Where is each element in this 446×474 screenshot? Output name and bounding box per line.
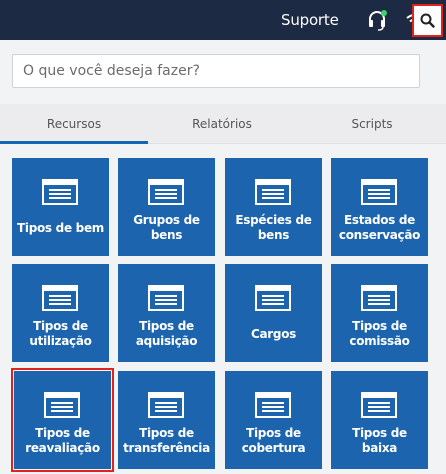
list-icon bbox=[148, 392, 184, 418]
list-icon bbox=[255, 179, 291, 205]
tile-label: Estados de conservação bbox=[338, 213, 421, 242]
tile-label: Espécies de bens bbox=[235, 213, 312, 242]
support-label[interactable]: Suporte bbox=[281, 11, 339, 29]
tile-label: Tipos de utilização bbox=[29, 319, 92, 348]
tile-tipos-de-reavaliacao[interactable]: Tipos de reavaliação bbox=[11, 368, 114, 472]
tile-especies-de-bens[interactable]: Espécies de bens bbox=[225, 158, 322, 256]
tab-recursos[interactable]: Recursos bbox=[0, 104, 148, 144]
tile-grupos-de-bens[interactable]: Grupos de bens bbox=[118, 158, 215, 256]
tile-label: Tipos de cobertura bbox=[241, 426, 306, 455]
tile-label: Grupos de bens bbox=[133, 213, 200, 242]
tile-estados-de-conservacao[interactable]: Estados de conservação bbox=[331, 158, 428, 256]
top-bar: Suporte bbox=[0, 0, 446, 40]
tab-scripts[interactable]: Scripts bbox=[298, 104, 446, 144]
tile-label: Tipos de bem bbox=[17, 220, 104, 235]
tile-tipos-de-cobertura[interactable]: Tipos de cobertura bbox=[225, 371, 322, 469]
tile-label: Tipos de transferência bbox=[123, 426, 210, 455]
tile-label: Tipos de comissão bbox=[349, 319, 410, 348]
list-icon bbox=[44, 392, 80, 418]
tile-tipos-de-bem[interactable]: Tipos de bem bbox=[12, 158, 109, 256]
tab-relatorios[interactable]: Relatórios bbox=[148, 104, 296, 144]
tile-tipos-de-transferencia[interactable]: Tipos de transferência bbox=[118, 371, 215, 469]
tile-tipos-de-aquisicao[interactable]: Tipos de aquisição bbox=[118, 264, 215, 362]
tile-label: Tipos de aquisição bbox=[135, 319, 198, 348]
tab-bar: Recursos Relatórios Scripts bbox=[0, 104, 446, 144]
list-icon bbox=[148, 179, 184, 205]
tile-tipos-de-utilizacao[interactable]: Tipos de utilização bbox=[12, 264, 109, 362]
search-input[interactable] bbox=[12, 54, 420, 88]
tile-tipos-de-comissao[interactable]: Tipos de comissão bbox=[331, 264, 428, 362]
list-icon bbox=[361, 392, 397, 418]
list-icon bbox=[42, 285, 78, 311]
list-icon bbox=[255, 392, 291, 418]
tile-label: Tipos de baixa bbox=[352, 426, 407, 455]
search-icon bbox=[420, 13, 435, 28]
list-icon bbox=[148, 285, 184, 311]
headset-icon[interactable] bbox=[366, 9, 388, 31]
list-icon bbox=[361, 285, 397, 311]
tile-label: Cargos bbox=[251, 326, 296, 341]
tile-tipos-de-baixa[interactable]: Tipos de baixa bbox=[331, 371, 428, 469]
list-icon bbox=[42, 179, 78, 205]
search-button[interactable] bbox=[412, 4, 443, 37]
tile-label: Tipos de reavaliação bbox=[25, 426, 100, 455]
tile-cargos[interactable]: Cargos bbox=[225, 264, 322, 362]
list-icon bbox=[361, 179, 397, 205]
list-icon bbox=[255, 285, 291, 311]
